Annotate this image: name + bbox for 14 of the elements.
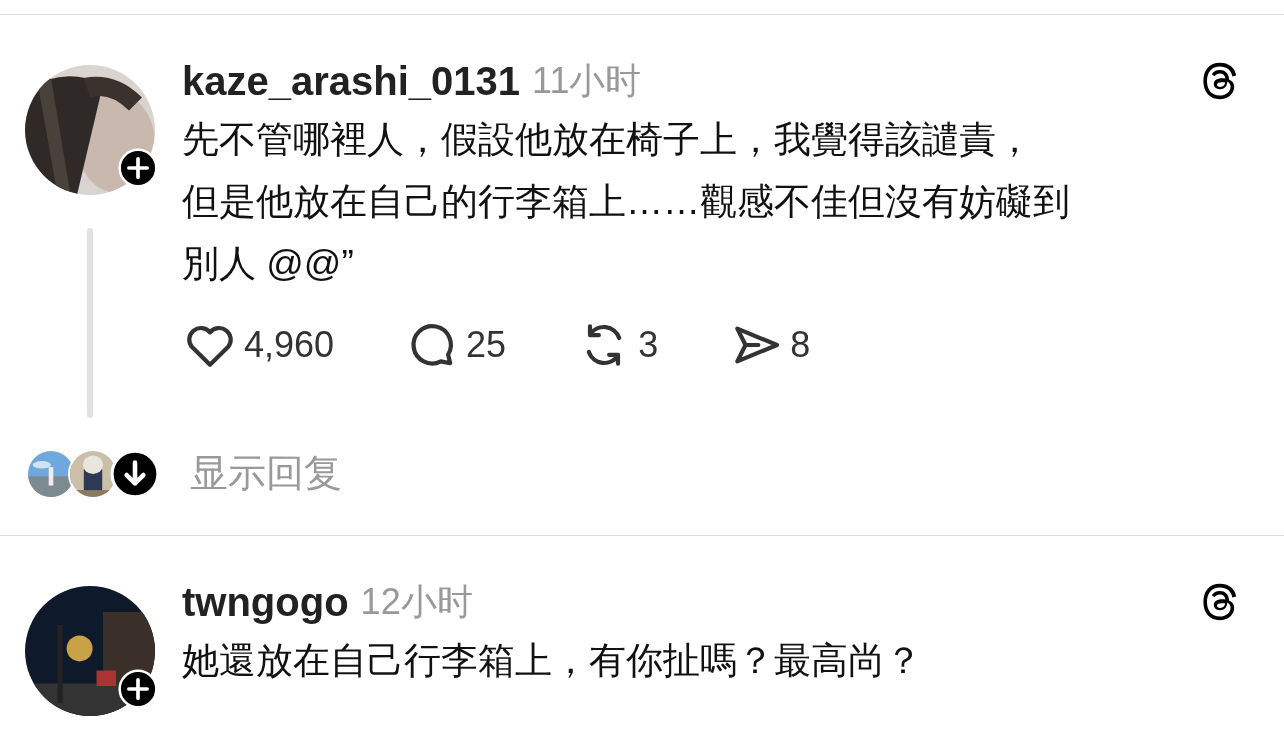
post-time: 11小时 (532, 58, 642, 103)
username[interactable]: twngogo (182, 579, 349, 625)
post-text-line: 但是他放在自己的行李箱上……觀感不佳但沒有妨礙到 (182, 180, 1070, 224)
action-count: 4,960 (244, 324, 335, 366)
action-count: 8 (790, 324, 811, 366)
action-count: 3 (638, 324, 659, 366)
follow-plus-icon[interactable] (118, 148, 158, 188)
post-text-line: 別人 @@” (182, 242, 354, 286)
post-time: 12小时 (360, 579, 473, 624)
post-text-line: 她還放在自己行李箱上，有你扯嗎？最高尚？ (182, 639, 922, 683)
action-count: 25 (466, 324, 507, 366)
username[interactable]: kaze_arashi_0131 (182, 58, 521, 104)
follow-plus-icon[interactable] (118, 669, 158, 709)
post-text-line: 先不管哪裡人，假設他放在椅子上，我覺得該譴責， (182, 118, 1033, 162)
